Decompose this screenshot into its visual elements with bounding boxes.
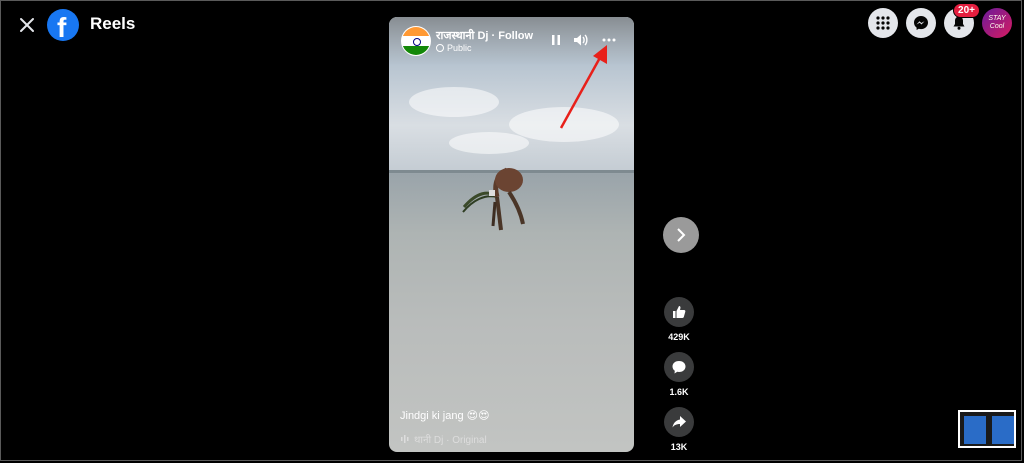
reel-caption: Jindgi ki jang 😍😍 [400, 410, 490, 422]
video-cloud [409, 87, 499, 117]
profile-avatar[interactable]: STAY Cool [982, 8, 1012, 38]
audio-wave-icon [401, 435, 409, 443]
audio-text: थानी Dj · Original [414, 435, 487, 446]
globe-icon [436, 44, 444, 52]
comment-count: 1.6K [669, 387, 689, 397]
privacy-label: Public [436, 43, 472, 53]
next-reel-button[interactable] [663, 217, 699, 253]
share-action: 13K [664, 407, 694, 452]
page-name-follow-link[interactable]: राजस्थानी Dj · Follow [436, 28, 533, 43]
share-count: 13K [670, 442, 688, 452]
annotation-arrow-icon [559, 45, 607, 129]
like-button[interactable] [664, 297, 694, 327]
watermark-logo [958, 410, 1018, 458]
video-cloud [449, 132, 529, 154]
like-action: 429K [664, 297, 694, 342]
comment-action: 1.6K [664, 352, 694, 397]
thumbs-up-icon [673, 306, 686, 318]
share-button[interactable] [664, 407, 694, 437]
like-count: 429K [668, 332, 690, 342]
share-arrow-icon [672, 416, 686, 428]
notification-badge: 20+ [953, 3, 980, 18]
comment-bubble-icon [672, 361, 686, 374]
notifications-button[interactable]: 20+ [944, 3, 980, 38]
privacy-text: Public [447, 43, 472, 53]
page-avatar[interactable] [401, 26, 431, 56]
top-right-toolbar: 20+ STAY Cool [868, 3, 1012, 38]
page-title: Reels [90, 14, 136, 33]
comment-button[interactable] [664, 352, 694, 382]
close-icon[interactable] [16, 14, 38, 36]
chevron-right-icon [677, 228, 686, 242]
audio-attribution[interactable]: थानी Dj · Original [400, 432, 487, 446]
palm-tree-image [462, 167, 525, 231]
facebook-logo-icon[interactable]: f [47, 9, 79, 43]
grid-menu-icon[interactable] [868, 8, 898, 38]
messenger-icon[interactable] [906, 8, 936, 38]
